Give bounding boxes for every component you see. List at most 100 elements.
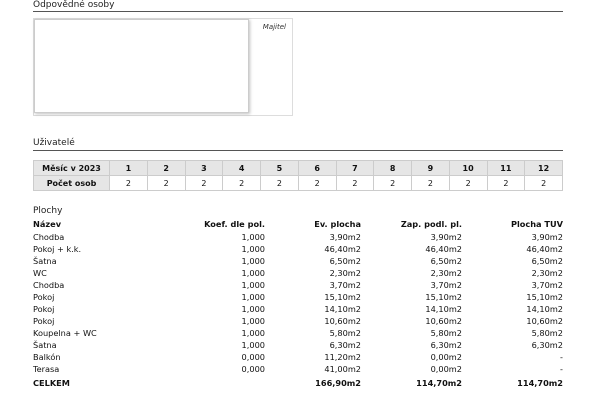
cell-ev: 3,70m2 (329, 280, 361, 290)
section-title-areas: Plochy (33, 206, 63, 216)
cell-name: Šatna (33, 340, 57, 350)
cell-tuv: - (560, 364, 563, 374)
areas-row: Pokoj 1,000 10,60m2 10,60m2 10,60m2 (33, 315, 563, 327)
count-cell: 2 (524, 175, 563, 191)
cell-coef: 1,000 (241, 316, 265, 326)
month-cell: 10 (448, 160, 488, 176)
persons-list-box[interactable] (34, 19, 249, 113)
areas-body: Chodba 1,000 3,90m2 3,90m2 3,90m2 Pokoj + k.k… (33, 231, 563, 391)
cell-zap: 15,10m2 (425, 292, 462, 302)
cell-ev: 41,00m2 (324, 364, 361, 374)
areas-row: Balkón 0,000 11,20m2 0,00m2 - (33, 351, 563, 363)
cell-tuv: 2,30m2 (531, 268, 563, 278)
cell-zap: 14,10m2 (425, 304, 462, 314)
month-cell: 3 (184, 160, 224, 176)
cell-ev: 11,20m2 (324, 352, 361, 362)
cell-name: Chodba (33, 280, 65, 290)
cell-tuv: 5,80m2 (531, 328, 563, 338)
cell-ev: 6,50m2 (329, 256, 361, 266)
month-cell: 5 (260, 160, 299, 176)
cell-tuv: 114,70m2 (517, 378, 563, 388)
areas-header-row: Název Koef. dle pol. Ev. plocha Zap. pod… (33, 217, 563, 231)
cell-tuv: 6,50m2 (531, 256, 563, 266)
col-header-tuv: Plocha TUV (510, 219, 563, 229)
month-cell: 7 (335, 160, 375, 176)
section-title-persons: Odpovědné osoby (33, 0, 115, 10)
count-label: Počet osob (33, 175, 110, 191)
col-header-ev: Ev. plocha (314, 219, 361, 229)
cell-coef: 1,000 (241, 280, 265, 290)
col-header-name: Název (33, 219, 62, 229)
cell-zap: 10,60m2 (425, 316, 462, 326)
count-cell: 2 (109, 175, 148, 191)
cell-ev: 2,30m2 (329, 268, 361, 278)
cell-coef: 1,000 (241, 328, 265, 338)
areas-row: Chodba 1,000 3,90m2 3,90m2 3,90m2 (33, 231, 563, 243)
count-cell: 2 (448, 175, 488, 191)
areas-row: Terasa 0,000 41,00m2 0,00m2 - (33, 363, 563, 375)
cell-ev: 14,10m2 (324, 304, 361, 314)
section-title-users: Uživatelé (33, 138, 75, 148)
areas-row: Pokoj + k.k. 1,000 46,40m2 46,40m2 46,40m2 (33, 243, 563, 255)
cell-ev: 46,40m2 (324, 244, 361, 254)
role-label-owner: Majitel (262, 23, 286, 31)
month-cell: 6 (297, 160, 337, 176)
cell-zap: 0,00m2 (430, 364, 462, 374)
users-month-row: Měsíc v 2023 1 2 3 4 5 6 7 8 9 10 11 12 (33, 160, 563, 176)
areas-row: Koupelna + WC 1,000 5,80m2 5,80m2 5,80m2 (33, 327, 563, 339)
cell-coef: 1,000 (241, 292, 265, 302)
cell-zap: 3,90m2 (430, 232, 462, 242)
cell-name: Pokoj (33, 316, 55, 326)
month-cell: 4 (222, 160, 261, 176)
cell-name: Pokoj + k.k. (33, 244, 82, 254)
cell-coef: 1,000 (241, 268, 265, 278)
cell-coef: 1,000 (241, 232, 265, 242)
cell-zap: 2,30m2 (430, 268, 462, 278)
cell-name: Pokoj (33, 292, 55, 302)
cell-coef: 1,000 (241, 256, 265, 266)
cell-zap: 0,00m2 (430, 352, 462, 362)
count-cell: 2 (184, 175, 224, 191)
month-cell: 2 (146, 160, 186, 176)
month-cell: 1 (109, 160, 148, 176)
cell-zap: 46,40m2 (425, 244, 462, 254)
count-cell: 2 (222, 175, 261, 191)
cell-tuv: 46,40m2 (526, 244, 563, 254)
areas-total-row: CELKEM 166,90m2 114,70m2 114,70m2 (33, 375, 563, 391)
cell-tuv: 6,30m2 (531, 340, 563, 350)
count-cell: 2 (486, 175, 526, 191)
cell-zap: 6,30m2 (430, 340, 462, 350)
cell-name: Balkón (33, 352, 61, 362)
cell-tuv: 15,10m2 (526, 292, 563, 302)
cell-name: CELKEM (33, 378, 70, 388)
cell-ev: 15,10m2 (324, 292, 361, 302)
users-table: Měsíc v 2023 1 2 3 4 5 6 7 8 9 10 11 12 Počet osob … (33, 160, 563, 191)
cell-ev: 3,90m2 (329, 232, 361, 242)
count-cell: 2 (146, 175, 186, 191)
areas-row: Šatna 1,000 6,50m2 6,50m2 6,50m2 (33, 255, 563, 267)
cell-name: Chodba (33, 232, 65, 242)
month-cell: 12 (524, 160, 563, 176)
col-header-zap: Zap. podl. pl. (400, 219, 462, 229)
cell-name: Šatna (33, 256, 57, 266)
count-cell: 2 (335, 175, 375, 191)
cell-zap: 6,50m2 (430, 256, 462, 266)
count-cell: 2 (297, 175, 337, 191)
areas-row: Pokoj 1,000 15,10m2 15,10m2 15,10m2 (33, 291, 563, 303)
cell-name: WC (33, 268, 47, 278)
cell-tuv: 3,90m2 (531, 232, 563, 242)
cell-ev: 5,80m2 (329, 328, 361, 338)
count-cell: 2 (411, 175, 450, 191)
cell-coef: 0,000 (241, 364, 265, 374)
count-cell: 2 (260, 175, 299, 191)
cell-coef: 1,000 (241, 304, 265, 314)
cell-coef (133, 375, 265, 391)
col-header-coef: Koef. dle pol. (204, 219, 265, 229)
month-cell: 8 (373, 160, 412, 176)
areas-row: Chodba 1,000 3,70m2 3,70m2 3,70m2 (33, 279, 563, 291)
cell-ev: 6,30m2 (329, 340, 361, 350)
cell-coef: 0,000 (241, 352, 265, 362)
cell-ev: 166,90m2 (315, 378, 361, 388)
responsible-persons-panel: Majitel (33, 18, 293, 116)
cell-name: Terasa (33, 364, 60, 374)
